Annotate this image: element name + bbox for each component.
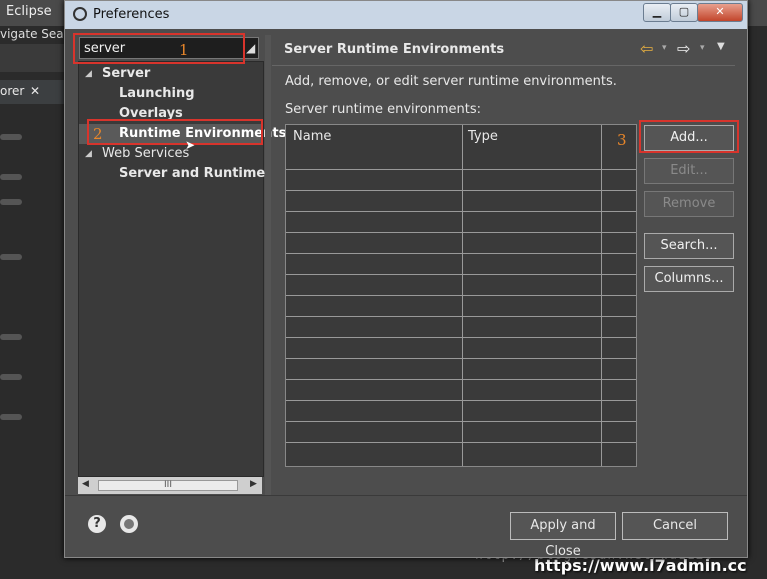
table-row[interactable] — [286, 274, 636, 275]
eclipse-title: Eclipse — [6, 4, 52, 19]
column-header-name[interactable]: Name — [293, 129, 331, 144]
expanded-arrow-icon[interactable]: ◢ — [85, 64, 92, 84]
tree-item-label: Web Services — [102, 146, 190, 161]
maximize-icon: ▢ — [678, 5, 690, 18]
record-icon[interactable] — [120, 515, 138, 533]
blurred-text — [0, 174, 22, 180]
eclipse-side-panel — [0, 104, 64, 579]
table-row[interactable] — [286, 400, 636, 401]
chevron-down-icon[interactable]: ▾ — [662, 43, 667, 53]
blurred-text — [0, 374, 22, 380]
tree-item-label: Server and Runtime — [119, 166, 266, 181]
view-menu-icon[interactable]: ▼ — [717, 41, 725, 52]
mouse-cursor-icon: ➤ — [185, 138, 196, 152]
runtime-list-label: Server runtime environments: — [285, 102, 482, 117]
blurred-text — [0, 134, 22, 140]
table-row[interactable] — [286, 295, 636, 296]
record-dot — [124, 519, 134, 529]
chevron-down-icon[interactable]: ▾ — [700, 43, 705, 53]
scrollbar-thumb[interactable]: III — [98, 480, 238, 491]
scroll-left-icon[interactable]: ◀ — [82, 479, 89, 489]
page-title: Server Runtime Environments — [284, 42, 505, 57]
maximize-button[interactable]: ▢ — [670, 3, 698, 22]
preferences-dialog: Preferences ▁ ▢ ✕ ◢ ◢ Server Launching O… — [64, 0, 748, 559]
blurred-text — [0, 254, 22, 260]
remove-button[interactable]: Remove — [644, 191, 734, 217]
search-button[interactable]: Search... — [644, 233, 734, 259]
table-row[interactable] — [286, 379, 636, 380]
annotation-box-filter — [73, 33, 245, 64]
table-row[interactable] — [286, 211, 636, 212]
header-divider — [272, 65, 735, 66]
page-description: Add, remove, or edit server runtime envi… — [285, 74, 617, 89]
table-row[interactable] — [286, 358, 636, 359]
minimize-button[interactable]: ▁ — [643, 3, 671, 22]
table-row[interactable] — [286, 421, 636, 422]
clear-filter-icon[interactable]: ◢ — [246, 41, 258, 55]
close-button[interactable]: ✕ — [697, 3, 743, 22]
annotation-number-1: 1 — [179, 41, 189, 59]
table-row[interactable] — [286, 442, 636, 443]
columns-button[interactable]: Columns... — [644, 266, 734, 292]
tree-horizontal-scrollbar[interactable]: ◀ III ▶ — [78, 477, 262, 494]
tree-item-label: Launching — [119, 86, 195, 101]
blurred-text — [0, 334, 22, 340]
annotation-number-3: 3 — [617, 131, 627, 149]
blurred-text — [0, 414, 22, 420]
forward-arrow-icon[interactable]: ⇨ — [677, 39, 690, 58]
minimize-icon: ▁ — [652, 5, 662, 18]
table-row[interactable] — [286, 169, 636, 170]
panel-divider[interactable] — [265, 35, 271, 495]
edit-button[interactable]: Edit... — [644, 158, 734, 184]
apply-and-close-button[interactable]: Apply and Close — [510, 512, 616, 559]
dialog-titlebar[interactable]: Preferences ▁ ▢ ✕ — [65, 1, 747, 29]
table-row[interactable] — [286, 316, 636, 317]
expanded-arrow-icon[interactable]: ◢ — [85, 144, 92, 164]
table-row[interactable] — [286, 232, 636, 233]
eclipse-view-tab[interactable]: orer ✕ — [0, 80, 70, 104]
table-row[interactable] — [286, 190, 636, 191]
cancel-button[interactable]: Cancel — [622, 512, 728, 540]
eclipse-view-tab-label: orer — [0, 84, 25, 98]
close-icon[interactable]: ✕ — [30, 84, 40, 98]
runtime-table[interactable]: Name Type — [285, 124, 637, 467]
table-row[interactable] — [286, 337, 636, 338]
page-header: Server Runtime Environments ⇦ ▾ ⇨ ▾ ▼ — [272, 35, 735, 65]
scroll-right-icon[interactable]: ▶ — [250, 479, 257, 489]
help-icon[interactable]: ? — [88, 515, 106, 533]
eclipse-toolbar — [0, 44, 70, 72]
eclipse-icon — [73, 7, 87, 21]
footer-divider — [65, 495, 747, 496]
annotation-box-runtime — [87, 119, 263, 145]
annotation-box-add — [639, 120, 739, 153]
table-row[interactable] — [286, 253, 636, 254]
close-icon: ✕ — [715, 5, 725, 18]
tree-item-label: Server — [102, 66, 151, 81]
dialog-title: Preferences — [93, 7, 170, 22]
back-arrow-icon[interactable]: ⇦ — [640, 39, 653, 58]
annotation-number-2: 2 — [93, 125, 103, 143]
column-header-type[interactable]: Type — [468, 129, 498, 144]
blurred-text — [0, 199, 22, 205]
